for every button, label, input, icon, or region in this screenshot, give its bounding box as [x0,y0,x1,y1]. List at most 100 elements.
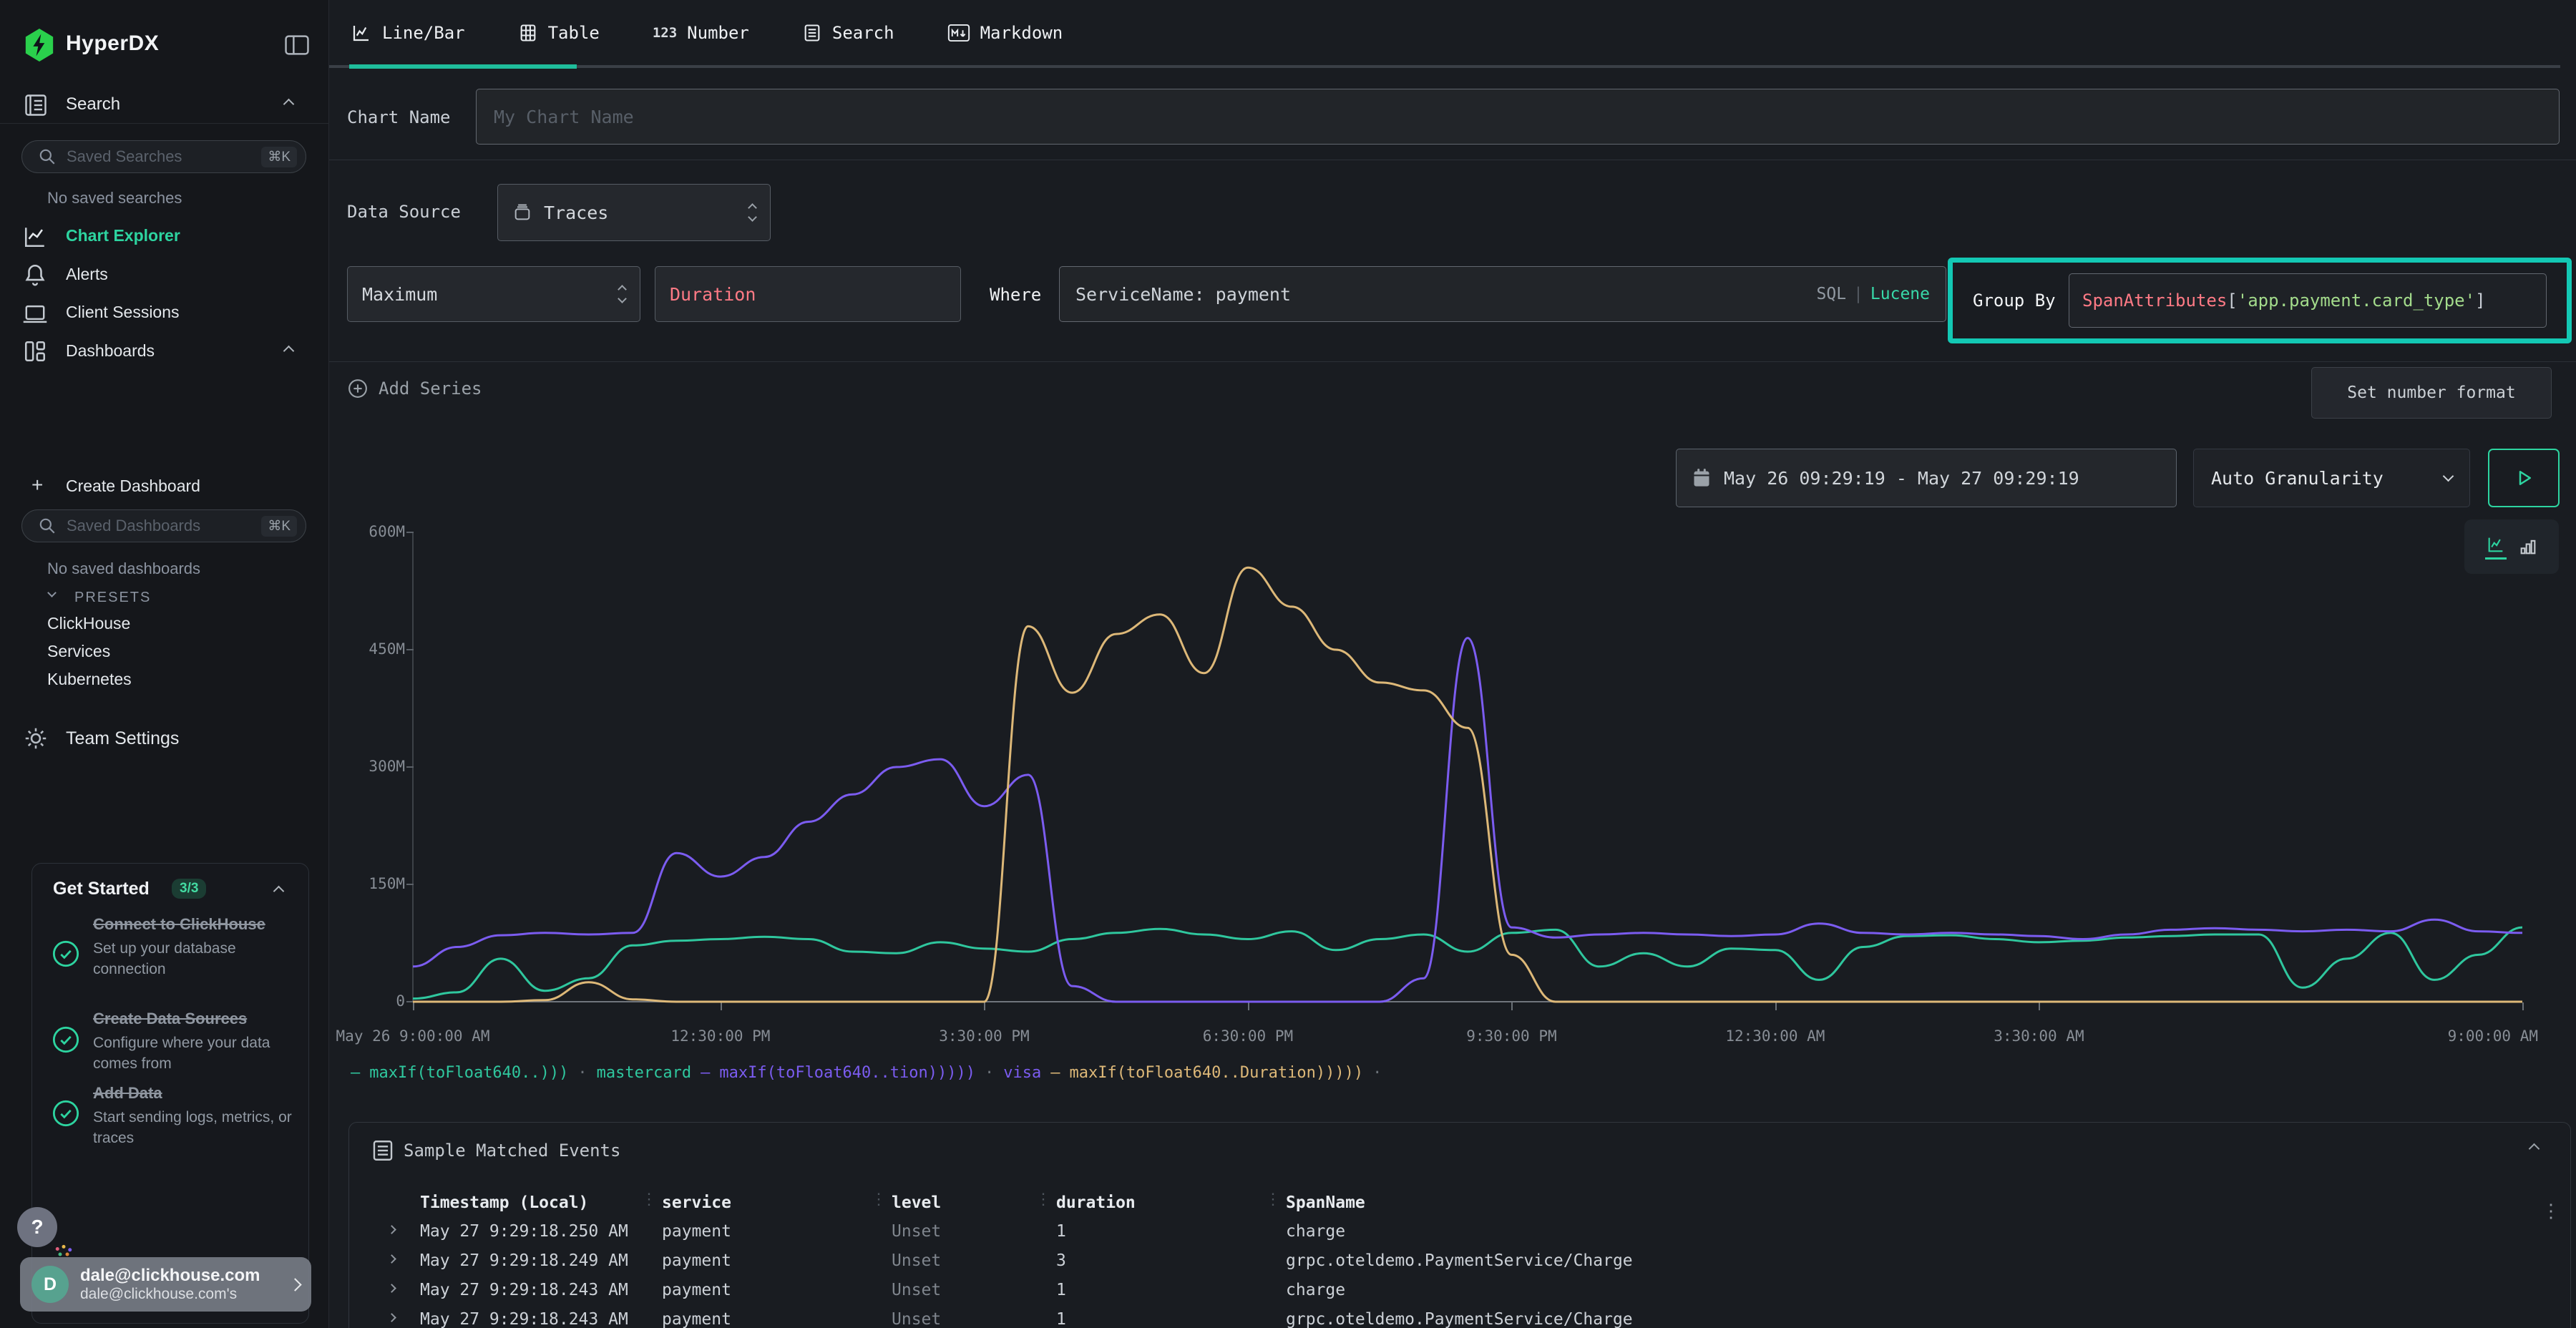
sidebar-item-client-sessions[interactable]: Client Sessions [66,303,180,322]
preset-services[interactable]: Services [47,642,110,661]
table-row-cell[interactable]: Unset [892,1251,941,1270]
events-menu-icon[interactable]: ⋮ [2542,1208,2560,1215]
table-row-cell[interactable]: payment [662,1251,731,1270]
sidebar-item-team-settings[interactable]: Team Settings [66,728,179,749]
legend-separator[interactable]: · [985,1064,994,1082]
tab-table[interactable]: Table [518,22,600,44]
table-row-cell[interactable]: grpc.oteldemo.PaymentService/Charge [1286,1251,1633,1270]
table-row-cell[interactable]: 1 [1056,1310,1066,1328]
preset-clickhouse[interactable]: ClickHouse [47,614,130,633]
add-series-button[interactable]: Add Series [347,378,482,399]
legend-swatch[interactable]: — [351,1064,360,1082]
sidebar-item-chart-explorer[interactable]: Chart Explorer [66,226,180,245]
calendar-icon [1692,468,1711,488]
group-by-annotation-highlight: Group By SpanAttributes['app.payment.car… [1948,258,2572,343]
saved-searches-input[interactable]: ⌘K [21,140,306,173]
set-number-format-button[interactable]: Set number format [2311,367,2552,419]
create-dashboard-button[interactable]: Create Dashboard [66,477,200,496]
table-row-cell[interactable]: May 27 9:29:18.243 AM [420,1310,628,1328]
checklist-item[interactable]: Create Data Sources Configure where your… [93,1007,295,1074]
aggregation-select[interactable]: Maximum [347,266,640,322]
no-saved-searches-text: No saved searches [47,189,182,208]
select-chevrons-icon [619,286,625,302]
checklist-item-desc: Configure where your data comes from [93,1032,295,1074]
sidebar-item-alerts[interactable]: Alerts [66,265,108,284]
help-button[interactable]: ? [17,1207,57,1247]
tabs-baseline [329,65,2560,68]
checklist-item[interactable]: Connect to ClickHouse Set up your databa… [93,913,295,980]
chart-name-input[interactable] [476,89,2560,145]
data-source-select[interactable]: Traces [497,184,771,241]
checklist-item[interactable]: Add Data Start sending logs, metrics, or… [93,1082,295,1148]
tab-markdown[interactable]: Markdown [947,23,1063,43]
legend-group-label[interactable]: visa [1003,1064,1041,1082]
search-icon [38,147,57,166]
column-header-duration[interactable]: duration [1056,1193,1136,1212]
hyperdx-logo-icon[interactable] [23,27,56,63]
table-row-cell[interactable]: Unset [892,1281,941,1299]
table-row-cell[interactable]: charge [1286,1222,1345,1241]
column-header-level[interactable]: level [892,1193,941,1212]
field-value: Duration [670,284,756,305]
sidebar-item-dashboards[interactable]: Dashboards [66,341,155,361]
tab-number[interactable]: 123 Number [653,23,749,43]
x-axis-tick-label: 6:30:00 PM [1162,1027,1334,1045]
column-header-spanname[interactable]: SpanName [1286,1193,1365,1212]
table-row-cell[interactable]: 3 [1056,1251,1066,1270]
where-label: Where [990,285,1041,305]
tab-search[interactable]: Search [802,22,894,44]
legend-series-label[interactable]: maxIf(toFloat640..tion))))) [719,1064,975,1082]
user-menu[interactable]: D dale@clickhouse.com dale@clickhouse.co… [20,1257,311,1312]
table-row-cell[interactable]: charge [1286,1281,1345,1299]
bracket-close: ] [2475,290,2485,311]
column-resize-handle[interactable]: ⋮ [1265,1196,1281,1204]
legend-swatch[interactable]: — [701,1064,710,1082]
series-line-series3 [413,567,2522,1002]
saved-dashboards-input[interactable]: ⌘K [21,509,306,542]
language-divider: | [1853,285,1863,303]
table-row-cell[interactable]: payment [662,1222,731,1241]
sidebar-collapse-icon[interactable] [283,33,311,57]
table-row-cell[interactable]: 1 [1056,1281,1066,1299]
column-resize-handle[interactable]: ⋮ [641,1196,657,1204]
lucene-toggle[interactable]: Lucene [1870,285,1930,303]
where-input[interactable]: SQL | Lucene [1059,266,1946,322]
granularity-select[interactable]: Auto Granularity [2193,449,2470,507]
column-header-service[interactable]: service [662,1193,731,1212]
legend-swatch[interactable]: — [1050,1064,1060,1082]
table-row-cell[interactable]: grpc.oteldemo.PaymentService/Charge [1286,1310,1633,1328]
column-resize-handle[interactable]: ⋮ [1035,1196,1051,1204]
chart-canvas[interactable] [413,532,2522,1005]
checklist-item-desc: Start sending logs, metrics, or traces [93,1107,295,1148]
run-query-button[interactable] [2488,449,2560,507]
sql-toggle[interactable]: SQL [1817,285,1847,303]
group-by-input[interactable]: SpanAttributes['app.payment.card_type'] [2069,273,2547,328]
table-row-cell[interactable]: May 27 9:29:18.249 AM [420,1251,628,1270]
table-row-cell[interactable]: payment [662,1281,731,1299]
table-row-cell[interactable]: 1 [1056,1222,1066,1241]
saved-dashboards-field[interactable] [67,517,261,535]
date-range-input[interactable]: May 26 09:29:19 - May 27 09:29:19 [1676,449,2177,507]
table-row-cell[interactable]: payment [662,1310,731,1328]
legend-separator[interactable]: · [1372,1064,1382,1082]
sidebar-item-search[interactable]: Search [66,94,120,114]
saved-searches-field[interactable] [67,147,261,166]
table-row-cell[interactable]: Unset [892,1222,941,1241]
presets-label[interactable]: PRESETS [74,590,151,606]
column-header-timestamp[interactable]: Timestamp (Local) [420,1193,588,1212]
column-resize-handle[interactable]: ⋮ [871,1196,887,1204]
table-row-cell[interactable]: May 27 9:29:18.250 AM [420,1222,628,1241]
legend-separator[interactable]: · [577,1064,587,1082]
search-icon [38,517,57,535]
field-select[interactable]: Duration [655,266,961,322]
table-row-cell[interactable]: Unset [892,1310,941,1328]
presets-chevron-icon[interactable] [47,588,57,597]
tab-line-bar[interactable]: Line/Bar [351,22,465,44]
preset-kubernetes[interactable]: Kubernetes [47,670,132,689]
dashboards-collapse-chevron-icon[interactable] [283,346,295,357]
legend-group-label[interactable]: mastercard [597,1064,691,1082]
search-collapse-chevron-icon[interactable] [283,99,295,110]
table-row-cell[interactable]: May 27 9:29:18.243 AM [420,1281,628,1299]
legend-series-label[interactable]: maxIf(toFloat640..))) [369,1064,568,1082]
legend-series-label[interactable]: maxIf(toFloat640..Duration))))) [1069,1064,1363,1082]
